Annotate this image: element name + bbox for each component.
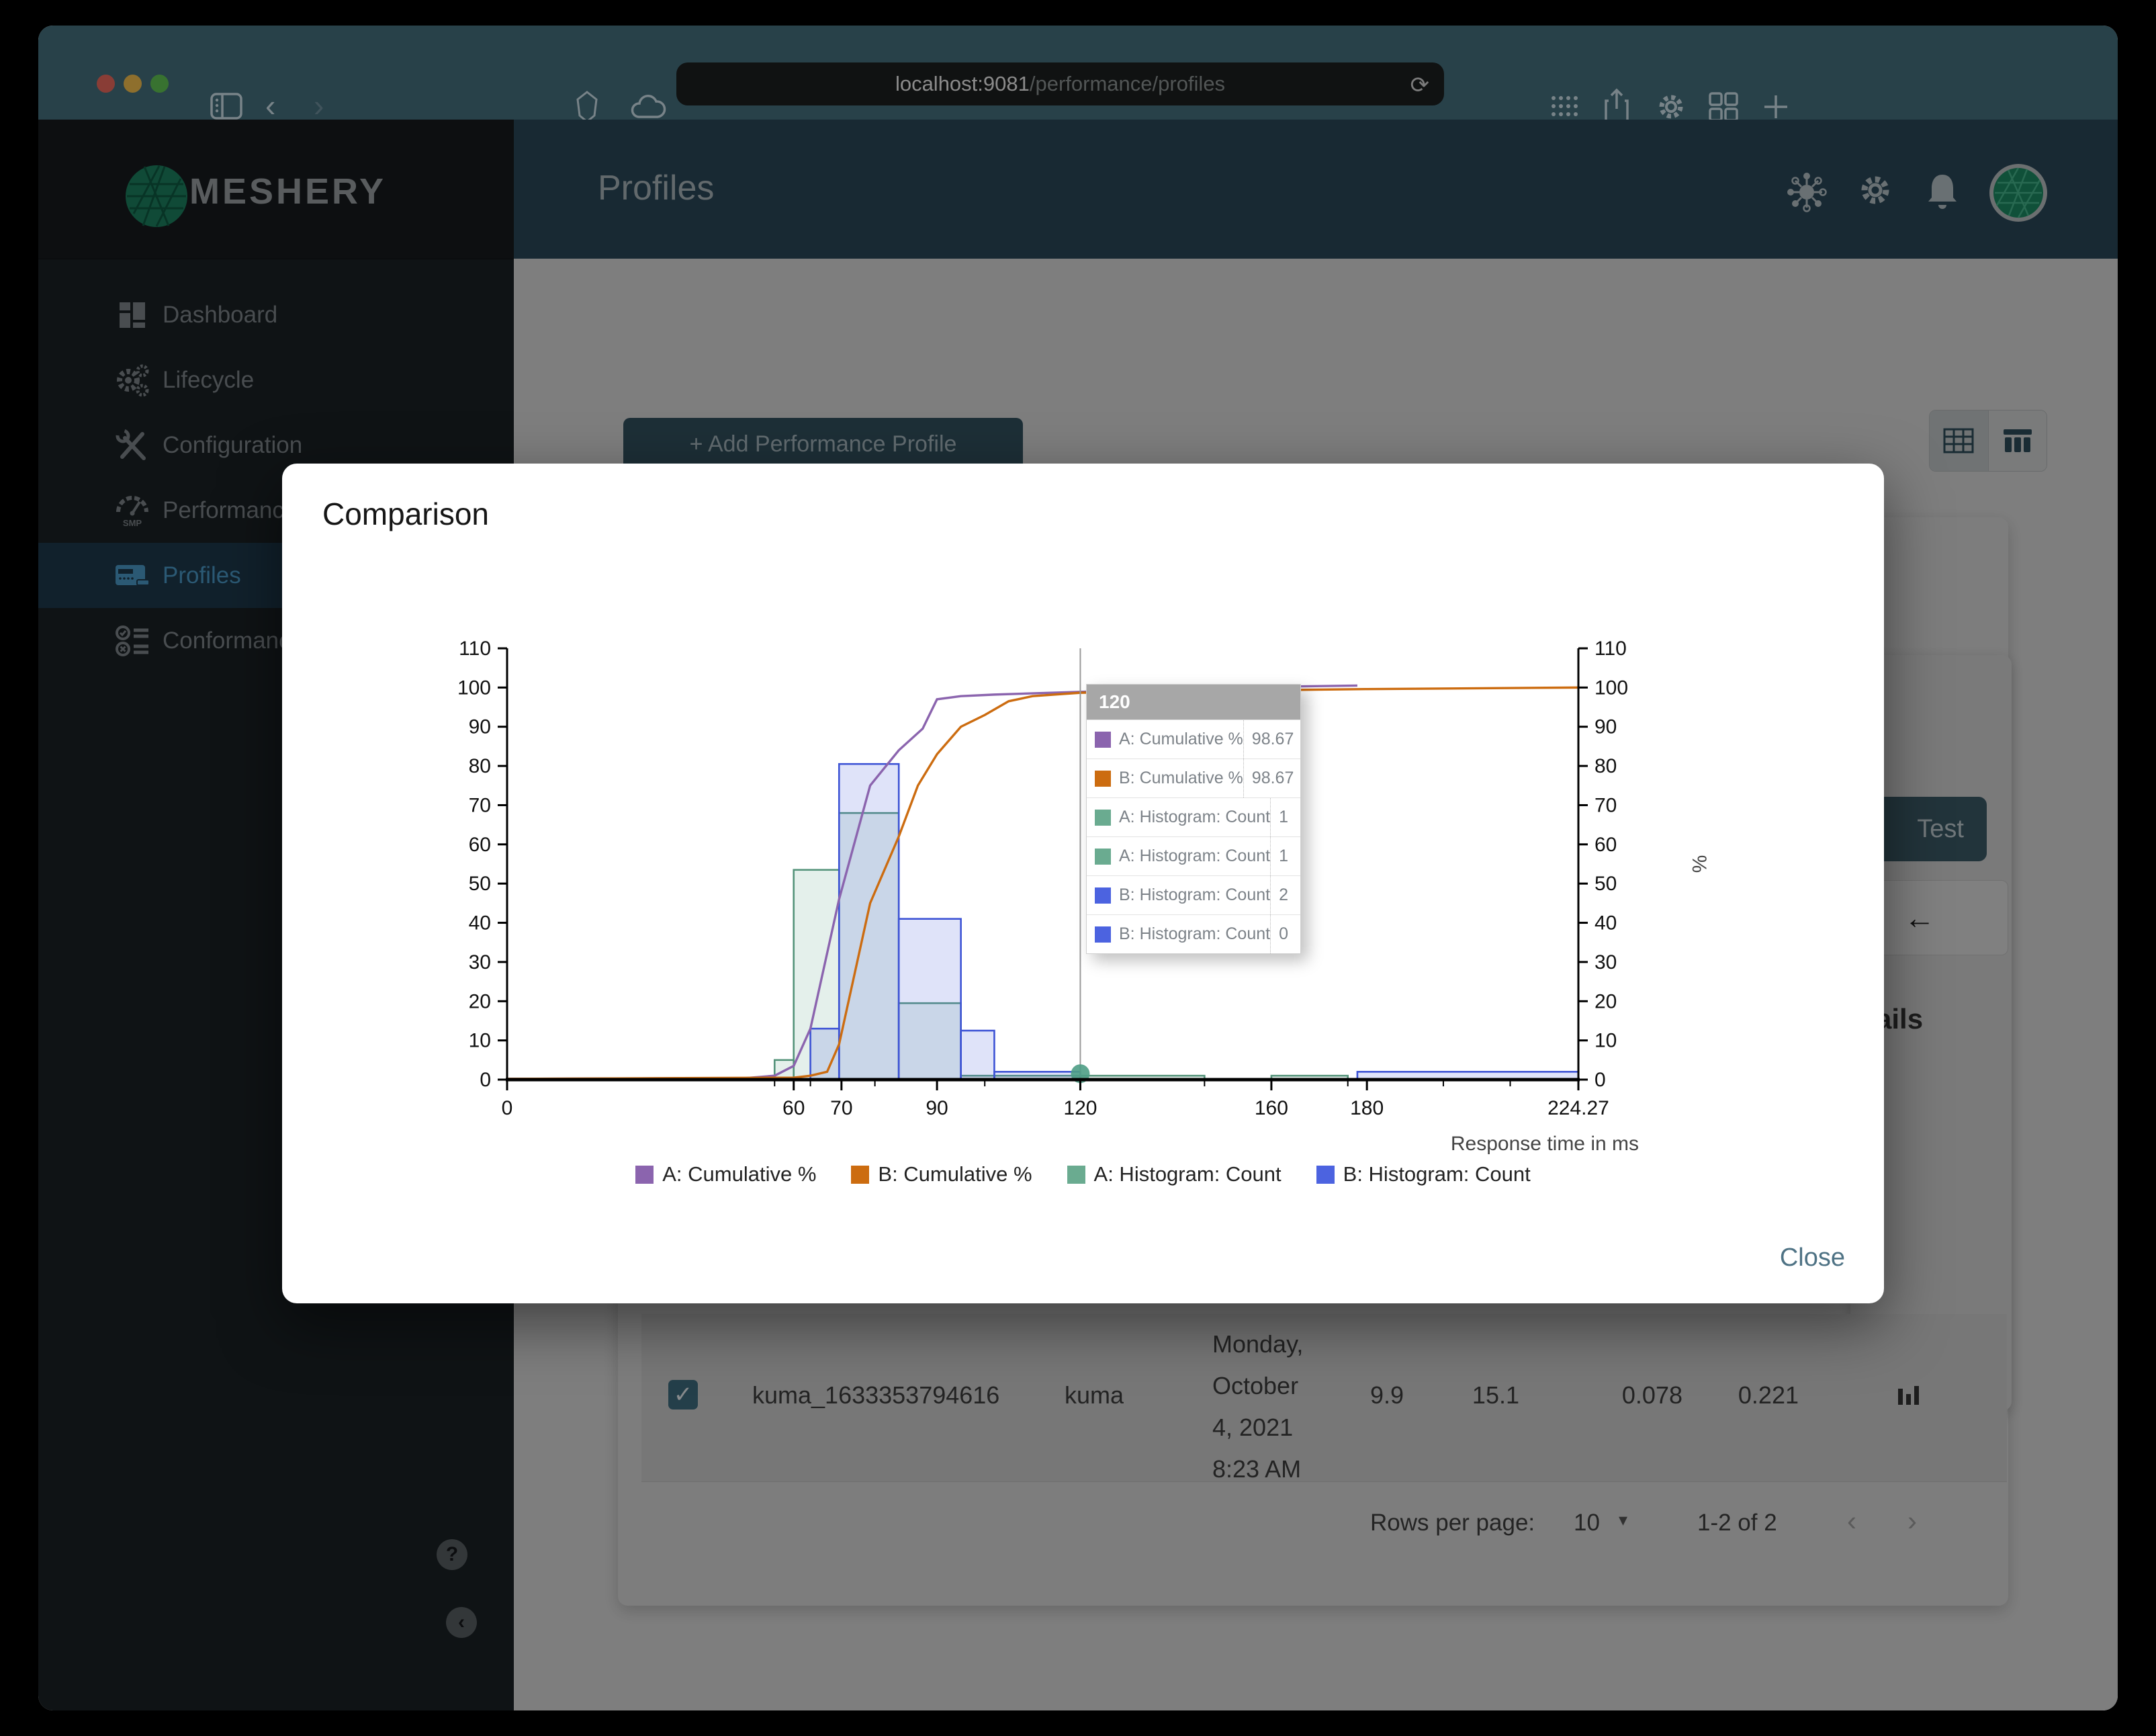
tooltip-row: B: Cumulative % 98.67 <box>1087 758 1300 797</box>
legend-swatch <box>1067 1165 1085 1184</box>
svg-text:70: 70 <box>830 1097 852 1119</box>
svg-text:50: 50 <box>1594 873 1617 895</box>
legend-item[interactable]: A: Cumulative % <box>635 1162 816 1186</box>
tooltip-title: 120 <box>1087 685 1300 720</box>
comparison-chart[interactable]: 0 010 1020 2030 3040 4050 5060 6070 7080 8090 9010… <box>437 632 1719 1189</box>
svg-text:70: 70 <box>1594 794 1617 816</box>
legend-swatch <box>635 1165 654 1184</box>
series-swatch <box>1095 770 1111 787</box>
series-swatch <box>1095 887 1111 904</box>
legend-item[interactable]: B: Histogram: Count <box>1316 1162 1531 1186</box>
tooltip-row: A: Histogram: Count 1 <box>1087 797 1300 836</box>
legend-item[interactable]: B: Cumulative % <box>851 1162 1032 1186</box>
svg-text:Response time in ms: Response time in ms <box>1451 1133 1639 1155</box>
svg-text:40: 40 <box>469 912 491 935</box>
browser-window: ‹ › localhost:9081/performance/profiles … <box>38 26 2118 1710</box>
svg-text:0: 0 <box>502 1097 513 1119</box>
svg-text:70: 70 <box>469 794 491 816</box>
svg-text:100: 100 <box>1594 677 1628 699</box>
svg-text:90: 90 <box>1594 716 1617 738</box>
chart-tooltip: 120 A: Cumulative % 98.67 B: Cumulative % 9… <box>1086 684 1301 954</box>
svg-text:10: 10 <box>1594 1030 1617 1052</box>
svg-text:30: 30 <box>469 951 491 973</box>
svg-text:%: % <box>1688 855 1710 873</box>
svg-text:60: 60 <box>782 1097 805 1119</box>
legend-swatch <box>851 1165 870 1184</box>
close-button[interactable]: Close <box>1780 1244 1845 1272</box>
svg-text:30: 30 <box>1594 951 1617 973</box>
legend-swatch <box>1316 1165 1335 1184</box>
svg-text:60: 60 <box>469 834 491 856</box>
svg-text:110: 110 <box>459 638 491 660</box>
chart-legend: A: Cumulative % B: Cumulative % A: Histogr… <box>282 1162 1884 1186</box>
series-swatch <box>1095 926 1111 943</box>
tooltip-row: A: Histogram: Count 1 <box>1087 836 1300 875</box>
svg-text:90: 90 <box>926 1097 948 1119</box>
svg-text:20: 20 <box>1594 990 1617 1012</box>
comparison-modal: Comparison 0 0 10 10 20 20 30 30 40 40 50 50 60 60 70 7… <box>282 464 1884 1303</box>
modal-title: Comparison <box>322 496 489 531</box>
svg-text:0: 0 <box>1594 1069 1606 1091</box>
svg-text:0: 0 <box>480 1069 491 1091</box>
svg-text:160: 160 <box>1255 1097 1288 1119</box>
svg-text:180: 180 <box>1350 1097 1384 1119</box>
tooltip-row: B: Histogram: Count 2 <box>1087 875 1300 914</box>
svg-text:120: 120 <box>1063 1097 1097 1119</box>
svg-text:50: 50 <box>469 873 491 895</box>
svg-text:90: 90 <box>469 716 491 738</box>
svg-text:20: 20 <box>469 990 491 1012</box>
svg-text:224.27: 224.27 <box>1547 1097 1609 1119</box>
svg-text:80: 80 <box>1594 755 1617 777</box>
desktop-background: ‹ › localhost:9081/performance/profiles … <box>0 0 2156 1736</box>
svg-text:110: 110 <box>1594 638 1627 660</box>
svg-text:100: 100 <box>457 677 491 699</box>
series-swatch <box>1095 848 1111 865</box>
svg-text:10: 10 <box>469 1030 491 1052</box>
series-swatch <box>1095 731 1111 748</box>
svg-text:60: 60 <box>1594 834 1617 856</box>
svg-text:80: 80 <box>469 755 491 777</box>
tooltip-row: A: Cumulative % 98.67 <box>1087 720 1300 758</box>
legend-item[interactable]: A: Histogram: Count <box>1067 1162 1282 1186</box>
tooltip-row: B: Histogram: Count 0 <box>1087 914 1300 953</box>
svg-text:40: 40 <box>1594 912 1617 935</box>
series-swatch <box>1095 809 1111 826</box>
